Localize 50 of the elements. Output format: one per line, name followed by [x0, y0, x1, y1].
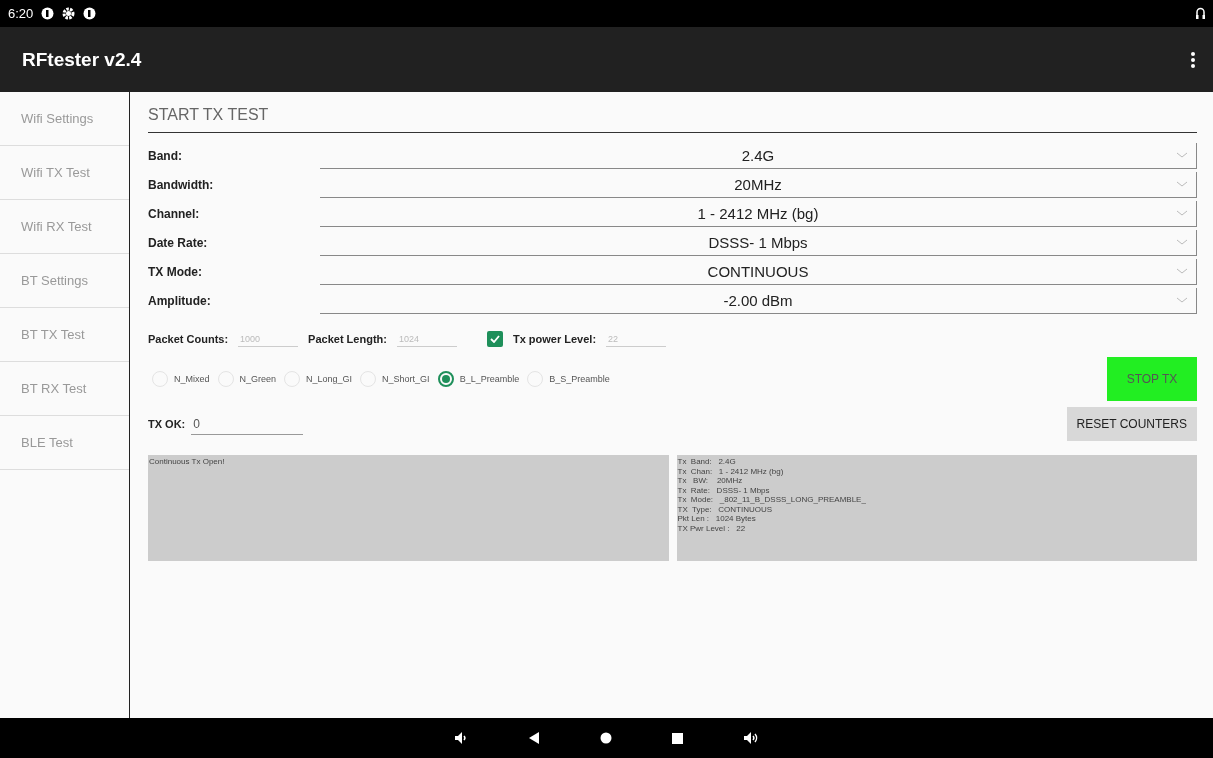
field-label: Packet Counts: — [148, 333, 229, 345]
field-label: Packet Length: — [308, 333, 387, 345]
chevron-icon — [1176, 268, 1188, 274]
input-field[interactable]: 1000 — [238, 331, 299, 347]
setting-label: Amplitude: — [148, 294, 212, 308]
radio-option[interactable]: N_Mixed — [152, 371, 214, 387]
stop-button[interactable]: STOP TX — [1107, 357, 1197, 401]
setting-label: Date Rate: — [148, 236, 209, 250]
dropdown[interactable]: CONTINUOUS — [320, 259, 1197, 285]
chevron-icon — [1176, 152, 1188, 158]
notification-icon — [83, 7, 97, 20]
recents-icon[interactable] — [672, 732, 683, 744]
back-icon[interactable] — [528, 731, 540, 745]
chevron-icon — [1176, 210, 1188, 216]
radio-option[interactable]: N_Long_GI — [284, 371, 357, 387]
setting-label: Band: — [148, 149, 183, 163]
radio-option[interactable]: B_S_Preamble — [527, 371, 614, 387]
chevron-icon — [1176, 181, 1188, 187]
home-icon[interactable] — [600, 732, 612, 744]
reset-button[interactable]: RESET COUNTERS — [1066, 407, 1197, 441]
status-time: 6:20 — [8, 6, 34, 21]
radio-option[interactable]: N_Green — [217, 371, 281, 387]
volume-down-icon[interactable] — [454, 731, 468, 745]
notification-icon — [41, 7, 55, 20]
info-text: Tx Band: 2.4G Tx Chan: 1 - 2412 MHz (bg) Tx BW: 20MHz Tx Rate: DSSS- 1 Mbps Tx Mode: _802_11_B_DSSS_LONG_PREAMBLE_ TX Type: CONTINUOUS Pkt Len : 1024 Bytes TX Pwr Level : 22 — [676, 455, 1197, 561]
volume-up-icon[interactable] — [743, 731, 759, 745]
radio-option[interactable]: B_L_Preamble — [437, 371, 524, 387]
chevron-icon — [1176, 239, 1188, 245]
setting-label: Bandwidth: — [148, 178, 215, 192]
setting-label: Channel: — [148, 207, 201, 221]
dropdown[interactable]: 2.4G — [320, 143, 1197, 169]
field-label: TX OK: — [148, 418, 186, 430]
check-icon — [489, 335, 500, 343]
app-title: RFtester v2.4 — [22, 48, 143, 71]
dropdown[interactable]: DSSS- 1 Mbps — [320, 230, 1197, 256]
dropdown[interactable]: -2.00 dBm — [320, 288, 1197, 314]
field-label: Tx power Level: — [512, 333, 597, 345]
log-text: Continuous Tx Open! — [148, 455, 669, 561]
radio-option[interactable]: N_Short_GI — [360, 371, 434, 387]
settings-icon — [62, 7, 76, 20]
chevron-icon — [1176, 297, 1188, 303]
checkbox[interactable] — [486, 331, 503, 347]
input-field[interactable]: 1024 — [396, 331, 457, 347]
dropdown[interactable]: 20MHz — [320, 172, 1197, 198]
dropdown[interactable]: 1 - 2412 MHz (bg) — [320, 201, 1197, 227]
headset-icon — [1196, 7, 1205, 20]
setting-label: TX Mode: — [148, 265, 203, 279]
menu-icon — [1191, 51, 1195, 68]
input-field[interactable]: 0 — [191, 413, 304, 435]
section-title: START TX TEST — [148, 102, 1197, 133]
